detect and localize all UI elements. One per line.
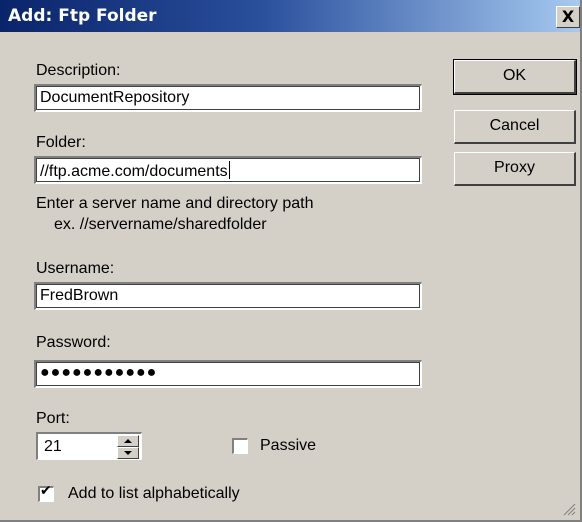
ftp-folder-dialog: Add: Ftp Folder X Description: DocumentR… [0, 0, 582, 522]
ok-button[interactable]: OK [453, 59, 577, 95]
checkmark-icon: ✔ [40, 483, 52, 499]
close-icon: X [561, 7, 575, 26]
title-bar[interactable]: Add: Ftp Folder X [0, 0, 580, 32]
dialog-title: Add: Ftp Folder [8, 6, 157, 26]
description-input[interactable]: DocumentRepository [34, 84, 422, 112]
alphabetical-label[interactable]: Add to list alphabetically [68, 485, 240, 503]
port-value[interactable]: 21 [44, 438, 62, 456]
resize-grip-icon[interactable] [562, 502, 576, 516]
folder-input[interactable]: //ftp.acme.com/documents [34, 156, 422, 184]
description-label: Description: [36, 62, 121, 79]
proxy-button[interactable]: Proxy [454, 152, 576, 186]
password-input[interactable]: ●●●●●●●●●●● [34, 360, 422, 388]
port-spinner[interactable]: 21 [36, 432, 142, 460]
alphabetical-checkbox[interactable]: ✔ [38, 483, 54, 502]
cancel-button[interactable]: Cancel [454, 110, 576, 144]
port-spin-buttons [117, 435, 139, 459]
folder-hint-example: ex. //servername/sharedfolder [54, 216, 267, 233]
folder-input-text: //ftp.acme.com/documents [40, 163, 228, 180]
folder-hint: Enter a server name and directory path [36, 195, 314, 212]
text-caret [228, 161, 230, 179]
spin-up-arrow-icon [124, 439, 132, 443]
passive-label[interactable]: Passive [260, 437, 316, 455]
spin-up-button[interactable] [117, 435, 139, 447]
close-button[interactable]: X [556, 6, 580, 28]
username-input[interactable]: FredBrown [34, 282, 422, 310]
folder-label: Folder: [36, 134, 86, 151]
port-label: Port: [36, 410, 70, 427]
spin-down-arrow-icon [124, 451, 132, 455]
username-label: Username: [36, 260, 115, 277]
spin-down-button[interactable] [117, 447, 139, 459]
passive-checkbox[interactable] [232, 438, 248, 454]
password-label: Password: [36, 334, 111, 351]
